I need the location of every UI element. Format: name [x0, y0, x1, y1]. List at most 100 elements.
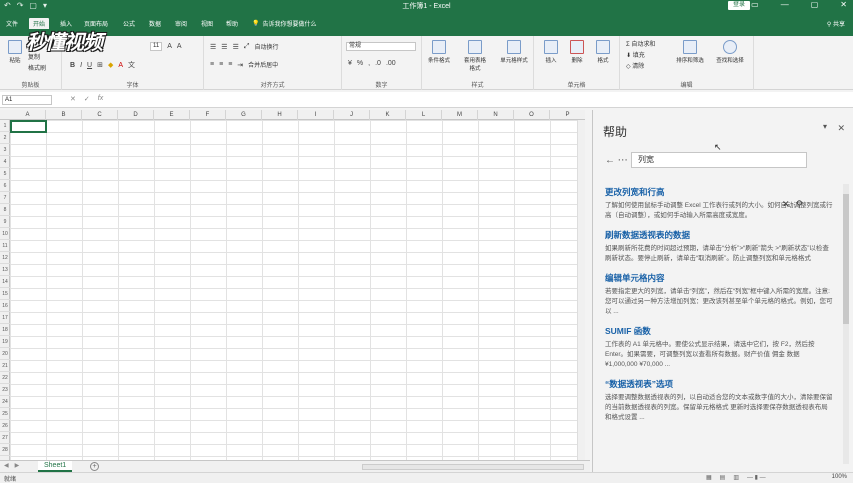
wrap-text-button[interactable]: 自动换行: [254, 42, 278, 51]
help-result-link[interactable]: 刷新数据透视表的数据: [605, 229, 833, 241]
row-header[interactable]: 17: [0, 312, 10, 324]
bold-button[interactable]: B: [70, 62, 75, 69]
help-result-link[interactable]: 编辑单元格内容: [605, 272, 833, 284]
row-header[interactable]: 11: [0, 240, 10, 252]
align-right-icon[interactable]: ≡: [228, 61, 232, 68]
font-color-icon[interactable]: A: [118, 62, 123, 69]
row-header[interactable]: 7: [0, 192, 10, 204]
insert-cells-button[interactable]: 插入: [538, 40, 564, 64]
percent-icon[interactable]: %: [357, 60, 363, 67]
column-header[interactable]: K: [370, 110, 406, 120]
grow-font-icon[interactable]: A: [167, 43, 172, 50]
tab-help[interactable]: 帮助: [226, 19, 238, 28]
row-header[interactable]: 23: [0, 384, 10, 396]
row-header[interactable]: 18: [0, 324, 10, 336]
row-header[interactable]: 2: [0, 132, 10, 144]
help-result-link[interactable]: SUMIF 函数: [605, 325, 833, 337]
align-left-icon[interactable]: ≡: [210, 61, 214, 68]
sheet-tab[interactable]: Sheet1: [38, 461, 73, 472]
find-select-button[interactable]: 查找和选择: [712, 40, 748, 64]
align-middle-icon[interactable]: ☰: [221, 43, 227, 51]
worksheet-grid[interactable]: ABCDEFGHIJKLMNOP 1 2 3 4 5 6 7 8 9 10 11 12 13 14 15 16…: [0, 110, 585, 460]
row-header[interactable]: 10: [0, 228, 10, 240]
column-header[interactable]: L: [406, 110, 442, 120]
normal-view-icon[interactable]: ▦: [706, 474, 712, 481]
row-header[interactable]: 22: [0, 372, 10, 384]
help-search-input[interactable]: 列宽 ✕ ⚲: [631, 152, 807, 209]
column-header[interactable]: F: [190, 110, 226, 120]
decrease-decimal-icon[interactable]: .00: [386, 60, 396, 67]
row-header[interactable]: 27: [0, 432, 10, 444]
row-header[interactable]: 13: [0, 264, 10, 276]
maximize-icon[interactable]: ▢: [811, 0, 819, 9]
column-header[interactable]: E: [154, 110, 190, 120]
comma-icon[interactable]: ,: [368, 60, 370, 67]
page-layout-view-icon[interactable]: ▤: [720, 474, 726, 481]
back-arrow-icon[interactable]: ← ⋯: [605, 155, 628, 166]
italic-button[interactable]: I: [80, 62, 82, 69]
row-header[interactable]: 5: [0, 168, 10, 180]
cancel-icon[interactable]: ✕: [70, 95, 76, 103]
delete-cells-button[interactable]: 删除: [564, 40, 590, 64]
sort-filter-button[interactable]: 排序和筛选: [674, 40, 706, 64]
underline-button[interactable]: U: [87, 62, 92, 69]
column-header[interactable]: N: [478, 110, 514, 120]
row-header[interactable]: 21: [0, 360, 10, 372]
minimize-icon[interactable]: —: [781, 0, 789, 9]
next-sheet-icon[interactable]: ▶: [15, 462, 20, 469]
tab-review[interactable]: 审阅: [175, 19, 187, 28]
prev-sheet-icon[interactable]: ◀: [4, 462, 9, 469]
column-header[interactable]: H: [262, 110, 298, 120]
close-pane-icon[interactable]: ✕: [837, 123, 845, 134]
row-header[interactable]: 16: [0, 300, 10, 312]
zoom-slider[interactable]: — ▮ —: [747, 474, 766, 481]
orientation-icon[interactable]: ⤢: [244, 43, 250, 51]
column-header[interactable]: C: [82, 110, 118, 120]
column-header[interactable]: P: [550, 110, 585, 120]
row-header[interactable]: 9: [0, 216, 10, 228]
column-header[interactable]: B: [46, 110, 82, 120]
row-header[interactable]: 1: [0, 120, 10, 132]
format-cells-button[interactable]: 格式: [590, 40, 616, 64]
column-header[interactable]: O: [514, 110, 550, 120]
row-header[interactable]: 14: [0, 276, 10, 288]
cell-styles-button[interactable]: 单元格样式: [498, 40, 530, 64]
column-header[interactable]: A: [10, 110, 46, 120]
format-painter-button[interactable]: 格式刷: [28, 63, 46, 72]
column-header[interactable]: I: [298, 110, 334, 120]
share-button[interactable]: ⚲ 共享: [827, 19, 845, 28]
row-header[interactable]: 6: [0, 180, 10, 192]
add-sheet-button[interactable]: +: [90, 462, 99, 471]
font-size-select[interactable]: 11: [150, 42, 163, 51]
ribbon-display-icon[interactable]: ▭: [751, 0, 759, 9]
align-center-icon[interactable]: ≡: [219, 61, 223, 68]
clear-button[interactable]: ◇ 清除: [626, 61, 644, 70]
help-scrollbar[interactable]: [843, 184, 849, 464]
align-bottom-icon[interactable]: ☰: [233, 43, 239, 51]
help-result-link[interactable]: “数据透视表”选项: [605, 378, 833, 390]
active-cell[interactable]: [10, 120, 47, 133]
tab-formulas[interactable]: 公式: [123, 19, 135, 28]
autosum-button[interactable]: Σ 自动求和: [626, 39, 655, 48]
row-header[interactable]: 26: [0, 420, 10, 432]
name-box[interactable]: A1: [2, 95, 52, 105]
zoom-level[interactable]: 100%: [832, 474, 847, 480]
help-scroll-thumb[interactable]: [843, 194, 849, 324]
conditional-format-button[interactable]: 条件格式: [426, 40, 452, 64]
format-as-table-button[interactable]: 套用表格格式: [462, 40, 488, 72]
page-break-view-icon[interactable]: ▥: [733, 474, 739, 481]
insert-function-icon[interactable]: fx: [98, 95, 103, 103]
enter-icon[interactable]: ✓: [84, 95, 90, 103]
row-header[interactable]: 19: [0, 336, 10, 348]
row-header[interactable]: 25: [0, 408, 10, 420]
row-header[interactable]: 28: [0, 444, 10, 456]
tab-file[interactable]: 文件: [6, 19, 18, 28]
signin-button[interactable]: 登录: [728, 1, 750, 10]
close-icon[interactable]: ✕: [840, 0, 847, 9]
increase-decimal-icon[interactable]: .0: [375, 60, 381, 67]
indent-icon[interactable]: ⇥: [237, 61, 243, 69]
row-header[interactable]: 8: [0, 204, 10, 216]
row-header[interactable]: 15: [0, 288, 10, 300]
row-header[interactable]: 24: [0, 396, 10, 408]
row-header[interactable]: 3: [0, 144, 10, 156]
